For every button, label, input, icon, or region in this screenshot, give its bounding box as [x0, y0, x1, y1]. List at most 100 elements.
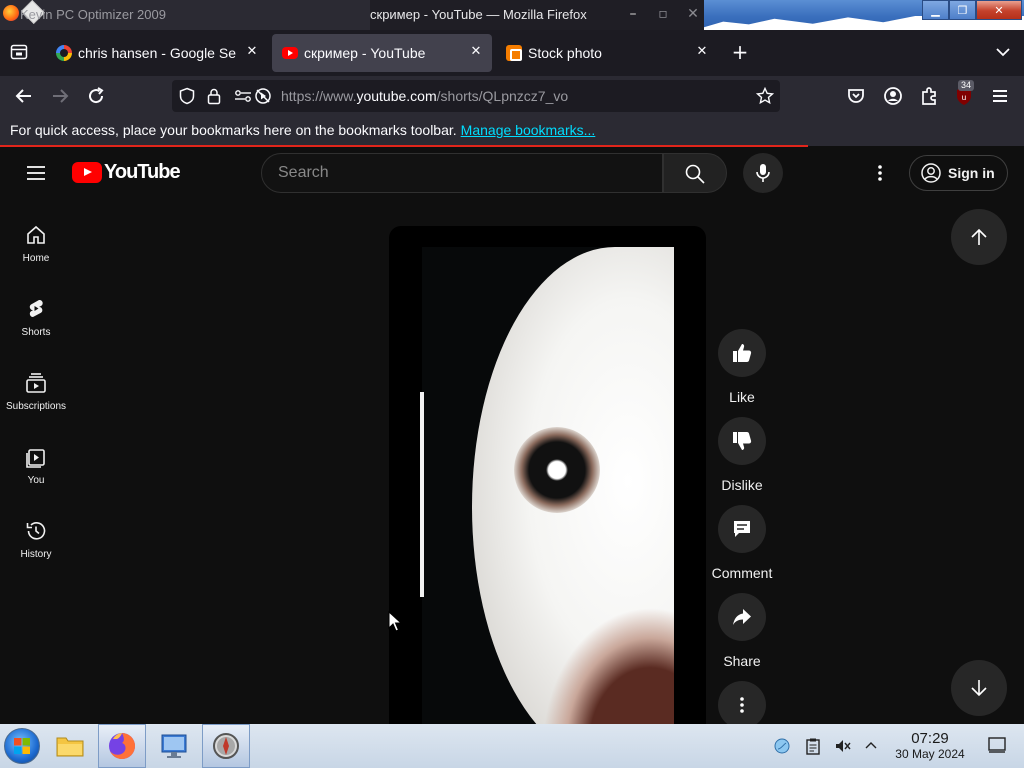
dislike-button[interactable] — [718, 417, 766, 465]
new-tab-button[interactable]: + — [730, 40, 750, 64]
share-action[interactable]: Share — [718, 593, 766, 669]
arrow-down-icon — [971, 680, 987, 697]
more-actions-button[interactable] — [718, 681, 766, 729]
youtube-logo[interactable]: YouTube — [72, 161, 181, 184]
comment-button[interactable] — [718, 505, 766, 553]
taskbar-optimizer[interactable] — [202, 724, 250, 768]
search-input[interactable] — [278, 164, 648, 182]
guide-menu-icon[interactable] — [24, 163, 48, 183]
taskbar-firefox[interactable] — [98, 724, 146, 768]
close-tab-icon[interactable]: ✕ — [694, 44, 710, 60]
start-button[interactable] — [4, 728, 40, 764]
sidebar-item-home[interactable]: Home — [0, 217, 72, 279]
vertical-dots-icon — [740, 697, 744, 713]
background-window-title: Kevin PC Optimizer 2009 — [20, 7, 166, 22]
tab-youtube[interactable]: скример - YouTube ✕ — [272, 34, 492, 72]
clock[interactable]: 07:29 30 May 2024 — [880, 730, 980, 761]
close-tab-icon[interactable]: ✕ — [468, 44, 484, 60]
extensions-icon[interactable] — [917, 84, 941, 108]
monitor-icon — [161, 734, 187, 758]
dislike-label: Dislike — [721, 477, 763, 493]
clock-time: 07:29 — [911, 730, 949, 747]
manage-bookmarks-link[interactable]: Manage bookmarks... — [461, 122, 596, 138]
sidebar-item-label: History — [20, 549, 52, 560]
bookmarks-toolbar: For quick access, place your bookmarks h… — [0, 116, 1024, 146]
volume-muted-icon[interactable] — [834, 737, 852, 755]
bg-maximize-button[interactable]: ❐ — [949, 0, 976, 20]
bg-minimize-button[interactable]: ▁ — [922, 0, 949, 20]
tab-list-icon[interactable] — [10, 44, 28, 60]
shorts-video-player[interactable] — [389, 226, 706, 724]
tab-label: Stock photo — [528, 45, 602, 61]
comment-action[interactable]: Comment — [712, 505, 772, 581]
voice-search-button[interactable] — [743, 153, 783, 193]
tab-google[interactable]: chris hansen - Google Se ✕ — [46, 34, 268, 72]
video-edge-highlight — [420, 392, 424, 597]
search-icon — [685, 164, 705, 184]
taskbar-file-explorer[interactable] — [46, 724, 94, 768]
share-label: Share — [723, 653, 761, 669]
close-button[interactable]: ✕ — [684, 4, 702, 24]
like-action[interactable]: Like — [718, 329, 766, 405]
permissions-icon[interactable] — [234, 88, 252, 104]
background-window-controls: ▁ ❐ ✕ — [922, 0, 1022, 20]
screamer-mouth — [542, 607, 674, 724]
sidebar-item-you[interactable]: You — [0, 439, 72, 501]
search-box — [261, 153, 663, 193]
hamburger-menu-icon[interactable] — [988, 84, 1012, 108]
like-button[interactable] — [718, 329, 766, 377]
forward-arrow-icon[interactable] — [48, 84, 72, 108]
show-desktop-icon[interactable] — [987, 736, 1007, 754]
comment-label: Comment — [711, 565, 773, 581]
bookmarks-message: For quick access, place your bookmarks h… — [10, 122, 596, 138]
sidebar-item-history[interactable]: History — [0, 513, 72, 575]
url-text[interactable]: https://www.youtube.com/shorts/QLpnzcz7_… — [281, 88, 568, 104]
bg-close-button[interactable]: ✕ — [976, 0, 1022, 20]
maximize-button[interactable]: ▫ — [654, 4, 672, 24]
comment-icon — [734, 521, 750, 537]
previous-short-button[interactable] — [951, 209, 1007, 265]
svg-text:u: u — [962, 93, 966, 102]
arrow-up-icon — [971, 228, 987, 245]
sidebar-item-label: You — [27, 475, 45, 486]
clock-date: 30 May 2024 — [895, 747, 965, 761]
sign-in-label: Sign in — [948, 165, 995, 181]
minimize-button[interactable]: – — [624, 4, 642, 24]
chevron-down-icon[interactable] — [994, 44, 1012, 60]
account-icon[interactable] — [881, 84, 905, 108]
like-label: Like — [729, 389, 755, 405]
close-tab-icon[interactable]: ✕ — [244, 44, 260, 60]
chevron-up-icon[interactable] — [862, 737, 880, 755]
tab-strip: chris hansen - Google Se ✕ скример - You… — [0, 30, 1024, 76]
background-window-title-area: Kevin PC Optimizer 2009 — [0, 0, 370, 30]
bookmark-star-icon[interactable] — [756, 87, 774, 105]
sidebar-item-label: Home — [22, 253, 50, 264]
search-button[interactable] — [663, 153, 727, 193]
back-arrow-icon[interactable] — [12, 84, 36, 108]
reload-icon[interactable] — [84, 84, 108, 108]
taskbar: 07:29 30 May 2024 — [0, 724, 1024, 768]
more-actions[interactable] — [718, 681, 766, 729]
youtube-logo-text: YouTube — [104, 161, 181, 183]
extension-count-badge: 34 — [958, 80, 975, 91]
lock-icon[interactable] — [206, 87, 222, 105]
taskbar-remote-desktop[interactable] — [150, 724, 198, 768]
microphone-icon — [756, 164, 770, 182]
next-short-button[interactable] — [951, 660, 1007, 716]
window-titlebar: Kevin PC Optimizer 2009 скример - YouTub… — [0, 0, 1024, 30]
network-tray-icon[interactable] — [773, 737, 791, 755]
sidebar-item-shorts[interactable]: Shorts — [0, 291, 72, 353]
tracking-protection-shield-icon[interactable] — [178, 87, 196, 105]
folder-icon — [56, 737, 84, 757]
dislike-action[interactable]: Dislike — [718, 417, 766, 493]
video-frame — [422, 247, 674, 724]
url-bar[interactable]: https://www.youtube.com/shorts/QLpnzcz7_… — [172, 80, 780, 112]
sign-in-button[interactable]: Sign in — [909, 155, 1008, 191]
tab-stock-photo[interactable]: Stock photo ✕ — [496, 34, 718, 72]
clipboard-tray-icon[interactable] — [804, 737, 822, 755]
more-options-icon[interactable] — [868, 163, 892, 183]
autoplay-blocked-icon[interactable] — [254, 87, 272, 105]
pocket-icon[interactable] — [844, 84, 868, 108]
share-button[interactable] — [718, 593, 766, 641]
sidebar-item-subscriptions[interactable]: Subscriptions — [0, 365, 72, 427]
